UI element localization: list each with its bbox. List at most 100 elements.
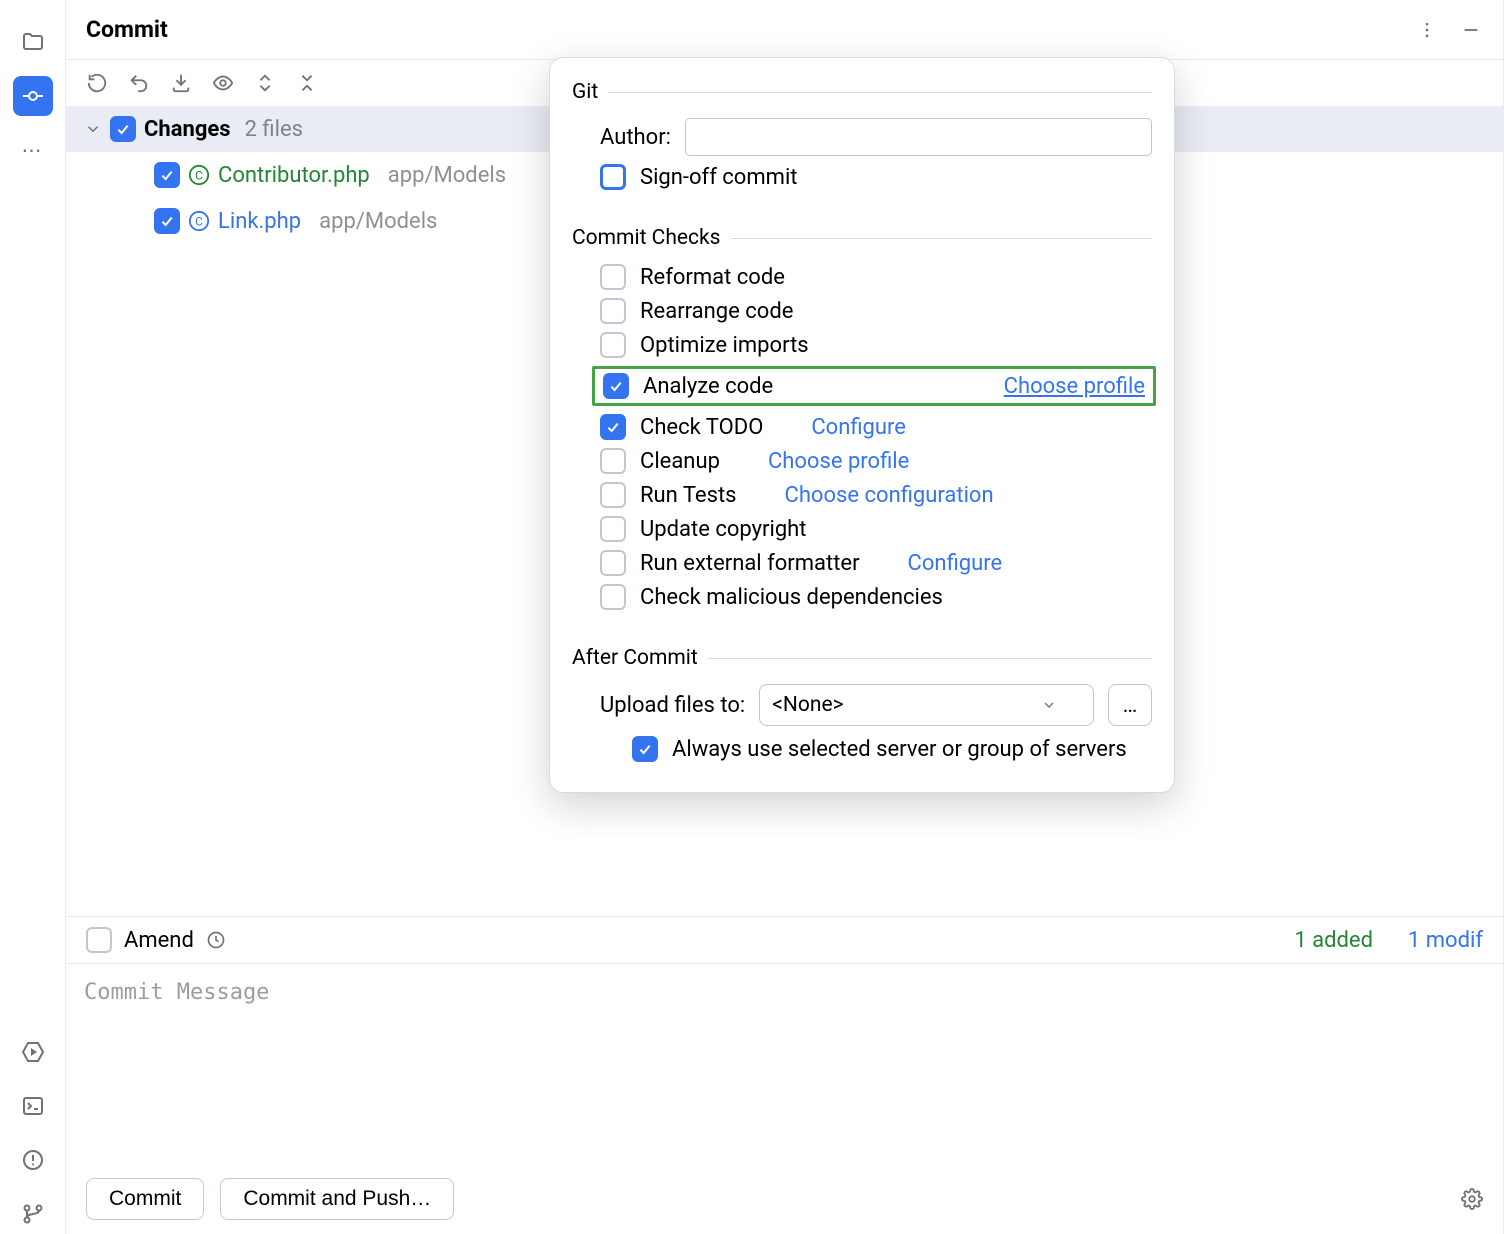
rail-project-button[interactable]	[13, 22, 53, 62]
malicious-label: Check malicious dependencies	[640, 585, 943, 610]
todo-label: Check TODO	[640, 415, 763, 440]
ellipsis-icon: ⋯	[22, 138, 44, 162]
commit-options-popup: Git Author: Sign-off commit Commit Check…	[549, 57, 1175, 793]
chevron-down-icon	[1041, 697, 1057, 713]
author-row: Author:	[600, 118, 1152, 156]
cleanup-label: Cleanup	[640, 449, 720, 474]
tests-checkbox[interactable]	[600, 482, 626, 508]
todo-configure-link[interactable]: Configure	[811, 415, 906, 440]
rail-terminal-button[interactable]	[13, 1086, 53, 1126]
minus-icon	[1460, 19, 1482, 41]
shelve-button[interactable]	[170, 72, 192, 94]
commit-button[interactable]: Commit	[86, 1178, 204, 1220]
analyze-checkbox[interactable]	[603, 373, 629, 399]
check-icon	[637, 741, 653, 757]
author-input[interactable]	[685, 118, 1152, 156]
upload-more-button[interactable]: …	[1108, 684, 1152, 726]
file-name: Contributor.php	[218, 163, 370, 188]
formatter-label: Run external formatter	[640, 551, 860, 576]
changes-all-checkbox[interactable]	[110, 116, 136, 142]
analyze-label: Analyze code	[643, 374, 773, 399]
changes-header-label: Changes	[144, 117, 231, 142]
rail-more-button[interactable]: ⋯	[13, 130, 53, 170]
tests-choose-config-link[interactable]: Choose configuration	[785, 483, 994, 508]
ellipsis-icon: …	[1123, 693, 1138, 718]
formatter-checkbox[interactable]	[600, 550, 626, 576]
terminal-icon	[21, 1094, 45, 1118]
rail-vcs-button[interactable]	[13, 1194, 53, 1234]
malicious-checkbox[interactable]	[600, 584, 626, 610]
file-checkbox[interactable]	[154, 162, 180, 188]
copyright-row: Update copyright	[600, 516, 1152, 542]
malicious-row: Check malicious dependencies	[600, 584, 1152, 610]
history-icon[interactable]	[206, 930, 226, 950]
rollback-button[interactable]	[128, 72, 150, 94]
upload-row: Upload files to: <None> …	[600, 684, 1152, 726]
upload-label: Upload files to:	[600, 693, 745, 718]
signoff-row: Sign-off commit	[600, 164, 1152, 190]
svg-text:C: C	[195, 215, 203, 229]
check-icon	[115, 121, 131, 137]
php-class-icon: C	[188, 164, 210, 186]
file-checkbox[interactable]	[154, 208, 180, 234]
cleanup-row: Cleanup Choose profile	[600, 448, 1152, 474]
commit-and-push-button[interactable]: Commit and Push…	[220, 1178, 454, 1220]
amend-bar: Amend 1 added 1 modif	[66, 916, 1503, 964]
svg-text:C: C	[195, 169, 203, 183]
rearrange-checkbox[interactable]	[600, 298, 626, 324]
optimize-label: Optimize imports	[640, 333, 809, 358]
reformat-label: Reformat code	[640, 265, 785, 290]
commit-checks-section-title: Commit Checks	[572, 226, 1152, 250]
diff-button[interactable]	[212, 72, 234, 94]
rail-problems-button[interactable]	[13, 1140, 53, 1180]
optimize-checkbox[interactable]	[600, 332, 626, 358]
download-tray-icon	[170, 72, 192, 94]
commit-node-icon	[21, 84, 45, 108]
expand-sort-icon	[254, 72, 276, 94]
kebab-icon	[1417, 20, 1437, 40]
expand-collapse-button[interactable]	[254, 72, 276, 94]
formatter-configure-link[interactable]: Configure	[908, 551, 1003, 576]
always-label: Always use selected server or group of s…	[672, 737, 1127, 762]
php-class-icon: C	[188, 210, 210, 232]
tests-row: Run Tests Choose configuration	[600, 482, 1152, 508]
commit-message-input[interactable]	[66, 964, 1503, 1164]
reformat-row: Reformat code	[600, 264, 1152, 290]
git-section-title: Git	[572, 80, 1152, 104]
rail-run-button[interactable]	[13, 1032, 53, 1072]
signoff-checkbox[interactable]	[600, 164, 626, 190]
panel-title: Commit	[86, 16, 1415, 43]
panel-header: Commit	[66, 0, 1503, 60]
amend-checkbox[interactable]	[86, 927, 112, 953]
rearrange-label: Rearrange code	[640, 299, 793, 324]
check-icon	[159, 213, 175, 229]
author-label: Author:	[600, 125, 671, 150]
panel-options-button[interactable]	[1415, 18, 1439, 42]
upload-select[interactable]: <None>	[759, 684, 1094, 726]
refresh-button[interactable]	[86, 72, 108, 94]
check-icon	[605, 419, 621, 435]
file-name: Link.php	[218, 209, 301, 234]
copyright-label: Update copyright	[640, 517, 807, 542]
cleanup-checkbox[interactable]	[600, 448, 626, 474]
copyright-checkbox[interactable]	[600, 516, 626, 542]
panel-minimize-button[interactable]	[1459, 18, 1483, 42]
todo-checkbox[interactable]	[600, 414, 626, 440]
refresh-icon	[86, 72, 108, 94]
branch-icon	[21, 1202, 45, 1226]
play-hex-icon	[21, 1040, 45, 1064]
always-row: Always use selected server or group of s…	[632, 736, 1152, 762]
left-icon-rail: ⋯	[0, 0, 66, 1234]
reformat-checkbox[interactable]	[600, 264, 626, 290]
group-by-button[interactable]	[296, 72, 318, 94]
file-path: app/Models	[319, 209, 437, 234]
undo-icon	[128, 72, 150, 94]
always-checkbox[interactable]	[632, 736, 658, 762]
rearrange-row: Rearrange code	[600, 298, 1152, 324]
gear-icon[interactable]	[1461, 1188, 1483, 1210]
rail-commit-button[interactable]	[13, 76, 53, 116]
cleanup-choose-profile-link[interactable]: Choose profile	[768, 449, 909, 474]
analyze-choose-profile-link[interactable]: Choose profile	[1004, 374, 1145, 399]
upload-value: <None>	[772, 693, 843, 717]
chevron-down-icon[interactable]	[84, 120, 102, 138]
